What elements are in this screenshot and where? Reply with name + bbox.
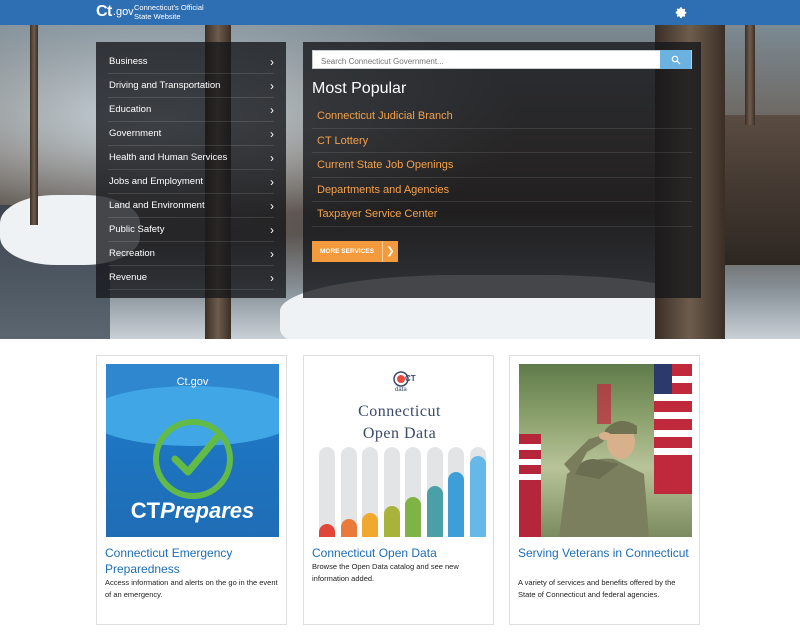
open-data-bar — [448, 447, 464, 537]
category-nav-item[interactable]: Public Safety › — [108, 218, 274, 242]
category-nav-item[interactable]: Driving and Transportation › — [108, 74, 274, 98]
open-data-bar-fill — [426, 485, 443, 537]
hero-tree — [745, 25, 755, 125]
open-data-bar-fill — [340, 519, 357, 537]
card-title[interactable]: Connecticut Open Data — [312, 545, 487, 561]
open-data-bar-fill — [469, 456, 486, 537]
site-tagline: Connecticut's Official State Website — [134, 3, 244, 21]
card-description: Access information and alerts on the go … — [105, 578, 278, 599]
open-data-bar — [469, 447, 486, 537]
open-data-bar — [405, 447, 421, 537]
open-data-bar — [319, 447, 335, 537]
top-header: Ct .gov Connecticut's Official State Web… — [0, 0, 800, 25]
open-data-bar-fill — [448, 472, 464, 537]
site-tagline-line2: State Website — [134, 12, 181, 21]
category-nav-label: Revenue — [109, 272, 148, 283]
category-nav-item[interactable]: Health and Human Services › — [108, 146, 274, 170]
open-data-bar-fill — [383, 505, 400, 537]
open-data-bar-fill — [319, 523, 335, 537]
gear-icon[interactable] — [674, 5, 688, 19]
search-bar — [312, 50, 692, 70]
more-services-label: MORE SERVICES — [320, 248, 375, 255]
site-logo[interactable]: Ct .gov — [96, 3, 134, 21]
ct-prepares-caption: CTPrepares — [130, 498, 255, 523]
category-nav-label: Business — [109, 56, 148, 67]
popular-link[interactable]: CT Lottery — [312, 129, 692, 153]
open-data-image: CT data Connecticut Open Data — [313, 364, 486, 537]
popular-link[interactable]: Connecticut Judicial Branch — [312, 104, 692, 129]
chevron-right-icon: › — [270, 55, 274, 69]
open-data-bar — [383, 447, 400, 537]
chevron-right-icon: › — [270, 199, 274, 213]
category-nav-item[interactable]: Business › — [108, 50, 274, 74]
category-nav-label: Land and Environment — [109, 200, 205, 211]
chevron-right-icon: ❯ — [382, 241, 398, 262]
site-tagline-line1: Connecticut's Official — [134, 3, 204, 12]
logo-gov: .gov — [112, 6, 134, 18]
popular-link[interactable]: Taxpayer Service Center — [312, 202, 692, 227]
search-button[interactable] — [660, 50, 691, 69]
category-nav: Business › Driving and Transportation › Educ… — [96, 42, 286, 298]
chevron-right-icon: › — [270, 271, 274, 285]
category-nav-item[interactable]: Jobs and Employment › — [108, 170, 274, 194]
checkmark-circle-icon — [153, 419, 233, 499]
card-title[interactable]: Connecticut Emergency Preparedness — [105, 545, 280, 577]
popular-link[interactable]: Current State Job Openings — [312, 153, 692, 178]
card-veterans[interactable]: Serving Veterans in Connecticut A variet… — [509, 355, 700, 625]
category-nav-label: Recreation — [109, 248, 155, 259]
category-nav-label: Government — [109, 128, 162, 139]
search-icon — [671, 55, 680, 64]
category-nav-label: Health and Human Services — [109, 152, 228, 163]
popular-link[interactable]: Departments and Agencies — [312, 178, 692, 202]
chevron-right-icon: › — [270, 223, 274, 237]
category-nav-label: Jobs and Employment — [109, 176, 203, 187]
open-data-bar — [362, 447, 378, 537]
svg-text:data: data — [395, 387, 407, 392]
svg-text:CT: CT — [405, 374, 416, 383]
logo-mark: Ct — [96, 3, 112, 20]
chevron-right-icon: › — [270, 247, 274, 261]
open-data-bar — [426, 447, 443, 537]
chevron-right-icon: › — [270, 103, 274, 117]
chevron-right-icon: › — [270, 79, 274, 93]
ctgov-logo: Ct.gov — [176, 376, 209, 388]
card-description: A variety of services and benefits offer… — [518, 578, 676, 599]
veteran-saluting-photo — [519, 364, 692, 537]
card-emergency-preparedness[interactable]: Ct.gov CTPrepares Connecticut Emergency … — [96, 355, 287, 625]
open-data-bar — [340, 447, 357, 537]
ct-prepares-image: Ct.gov CTPrepares — [106, 364, 279, 537]
card-open-data[interactable]: CT data Connecticut Open Data Connecticu… — [303, 355, 494, 625]
most-popular-heading: Most Popular — [312, 80, 407, 97]
category-nav-label: Driving and Transportation — [109, 80, 221, 91]
open-data-bar-fill — [405, 496, 421, 537]
open-data-bar-fill — [362, 512, 378, 537]
chevron-right-icon: › — [270, 127, 274, 141]
card-description: Browse the Open Data catalog and see new… — [312, 562, 459, 583]
category-nav-label: Education — [109, 104, 152, 115]
more-services-button[interactable]: MORE SERVICES ❯ — [312, 241, 398, 262]
category-nav-label: Public Safety — [109, 224, 165, 235]
hero-tree — [30, 25, 38, 225]
category-nav-item[interactable]: Government › — [108, 122, 274, 146]
category-nav-item[interactable]: Revenue › — [108, 266, 274, 290]
chevron-right-icon: › — [270, 175, 274, 189]
card-title[interactable]: Serving Veterans in Connecticut — [518, 545, 693, 561]
category-nav-item[interactable]: Land and Environment › — [108, 194, 274, 218]
category-nav-item[interactable]: Education › — [108, 98, 274, 122]
open-data-heading: Connecticut Open Data — [358, 403, 441, 442]
most-popular-panel: Most Popular Connecticut Judicial Branch… — [303, 42, 701, 298]
chevron-right-icon: › — [270, 151, 274, 165]
search-input[interactable] — [313, 53, 658, 70]
category-nav-item[interactable]: Recreation › — [108, 242, 274, 266]
ct-data-logo: CT data — [389, 370, 417, 393]
